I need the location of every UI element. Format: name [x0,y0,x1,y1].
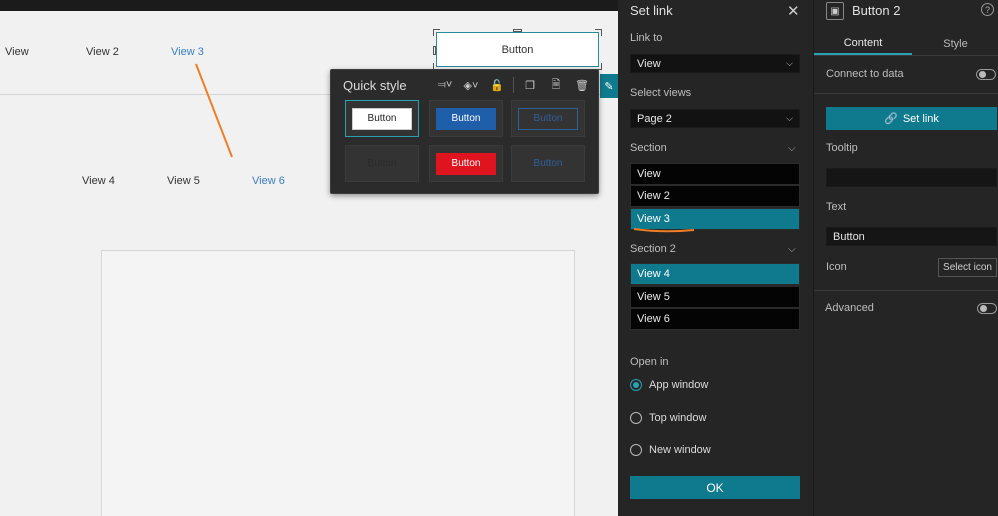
quick-style-option-2[interactable]: Button [429,100,503,137]
select-views-label: Select views [630,87,692,99]
save-template-icon[interactable]: 🗎 [546,76,566,94]
radio-dot[interactable] [630,412,642,424]
radio-app-window[interactable]: App window [630,379,708,391]
help-icon[interactable]: ? [981,3,994,16]
set-link-title: Set link [630,3,673,18]
align-icon[interactable]: ⫤˅ [435,76,455,94]
section-divider [814,290,998,291]
radio-label: App window [649,379,709,391]
link-to-value: View [637,57,661,70]
section2-item-view-6[interactable]: View 6 [630,308,800,330]
brush-icon: ✎ [604,80,614,93]
radio-dot[interactable] [630,379,642,391]
tooltip-input[interactable] [826,168,997,187]
resize-handle-left[interactable] [433,46,436,55]
quick-style-preview-button: Button [352,107,412,130]
text-input[interactable]: Button [826,227,997,246]
set-link-panel: Set link ✕ Link to View ⌵ Select views P… [618,0,813,516]
section2-item-view-4[interactable]: View 4 [630,263,800,285]
quick-style-preview-button: Button [533,158,563,169]
quick-style-preview-button: Button [436,107,496,130]
section-item-view-2[interactable]: View 2 [630,185,800,207]
link-icon: 🔗 [884,113,898,125]
radio-dot[interactable] [630,444,642,456]
quick-style-popup: Quick style ⫤˅ ◈˅ 🔓 ❐ 🗎 🗑 Button Button Bu… [330,69,599,194]
radio-label: Top window [649,412,707,424]
list-item-label: View [637,168,661,180]
toolbar-separator [513,77,514,93]
section2-label: Section 2 [630,243,676,255]
list-item-label: View 5 [637,291,670,303]
list-item-label: View 2 [637,190,670,202]
advanced-toggle[interactable] [977,303,997,314]
resize-handle-tl[interactable] [433,29,440,36]
chevron-down-icon: ⌵ [786,113,793,123]
section-divider [814,93,998,94]
link-to-label: Link to [630,32,663,44]
delete-icon[interactable]: 🗑 [572,76,592,94]
widget-title: Button 2 [852,3,901,18]
section2-collapse-icon[interactable]: ⌵ [788,244,796,255]
chevron-down-icon: ⌵ [786,58,793,68]
selected-button-widget[interactable]: Button [433,29,602,70]
layers-icon[interactable]: ◈˅ [461,76,481,94]
quick-style-preview-button: Button [436,152,496,175]
quick-style-preview-button: Button [518,107,578,130]
list-item-label: View 4 [637,268,670,280]
tab-content[interactable]: Content [814,33,912,55]
link-to-select[interactable]: View ⌵ [630,54,800,73]
duplicate-icon[interactable]: ❐ [520,76,540,94]
quick-style-option-3[interactable]: Button [511,100,585,137]
set-link-button[interactable]: 🔗 Set link [826,107,997,130]
quick-style-option-4[interactable]: Button [345,145,419,182]
quick-style-toolbar: ⫤˅ ◈˅ 🔓 ❐ 🗎 🗑 [435,76,592,94]
radio-label: New window [649,444,711,456]
select-views-value: Page 2 [637,112,672,125]
quick-style-option-1[interactable]: Button [345,100,419,137]
section-item-view-1[interactable]: View [630,163,800,185]
open-in-label: Open in [630,356,669,368]
quick-style-option-5[interactable]: Button [429,145,503,182]
edit-style-tab[interactable]: ✎ [600,74,618,98]
radio-top-window[interactable]: Top window [630,412,706,424]
advanced-label: Advanced [825,302,874,314]
select-views-select[interactable]: Page 2 ⌵ [630,109,800,128]
button-widget-icon: ▣ [826,2,844,20]
close-icon[interactable]: ✕ [787,2,800,20]
quick-style-preview-button: Button [352,152,412,175]
section2-item-view-5[interactable]: View 5 [630,286,800,308]
icon-label: Icon [826,261,847,273]
connect-to-data-label: Connect to data [826,68,904,80]
selected-button-label: Button [501,43,534,56]
resize-handle-tr[interactable] [595,29,602,36]
quick-style-title: Quick style [343,78,407,93]
text-value: Button [833,230,865,243]
quick-style-option-6[interactable]: Button [511,145,585,182]
connect-to-data-toggle[interactable] [976,69,996,80]
annotation-underline [633,228,695,233]
properties-panel: ▣ Button 2 ? Content Style Connect to da… [813,0,998,516]
unlock-icon[interactable]: 🔓 [487,76,507,94]
list-item-label: View 6 [637,313,670,325]
tab-style[interactable]: Style [912,33,998,55]
section-label: Section [630,142,667,154]
section-collapse-icon[interactable]: ⌵ [788,143,796,154]
set-link-button-label: Set link [902,112,939,125]
text-label: Text [826,201,847,213]
tab-divider [814,55,998,56]
ok-button[interactable]: OK [630,476,800,499]
radio-new-window[interactable]: New window [630,444,711,456]
tooltip-label: Tooltip [826,142,858,154]
select-icon-button[interactable]: Select icon [938,258,997,277]
resize-handle-top[interactable] [513,29,522,32]
